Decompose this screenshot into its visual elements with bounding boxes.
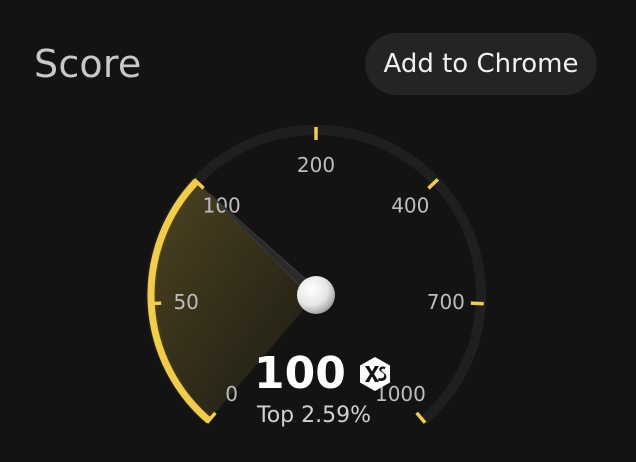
score-display: 100 — [254, 348, 394, 400]
score-widget: Score Add to Chrome 0501002004007001000 … — [0, 0, 636, 462]
rank-percentile: Top 2.59% — [257, 403, 372, 428]
gauge-tick-mark — [148, 301, 162, 306]
gauge-tick-label: 0 — [225, 382, 238, 406]
score-value: 100 — [254, 348, 346, 399]
gauge-tick-label: 400 — [391, 194, 429, 218]
gauge-tick-label: 200 — [297, 153, 335, 177]
gauge-tick-label: 50 — [173, 290, 198, 314]
gauge-needle-hub — [297, 276, 335, 314]
xs-grade-icon — [359, 357, 390, 391]
gauge-tick-mark — [470, 301, 484, 306]
gauge-tick-label: 700 — [427, 290, 465, 314]
